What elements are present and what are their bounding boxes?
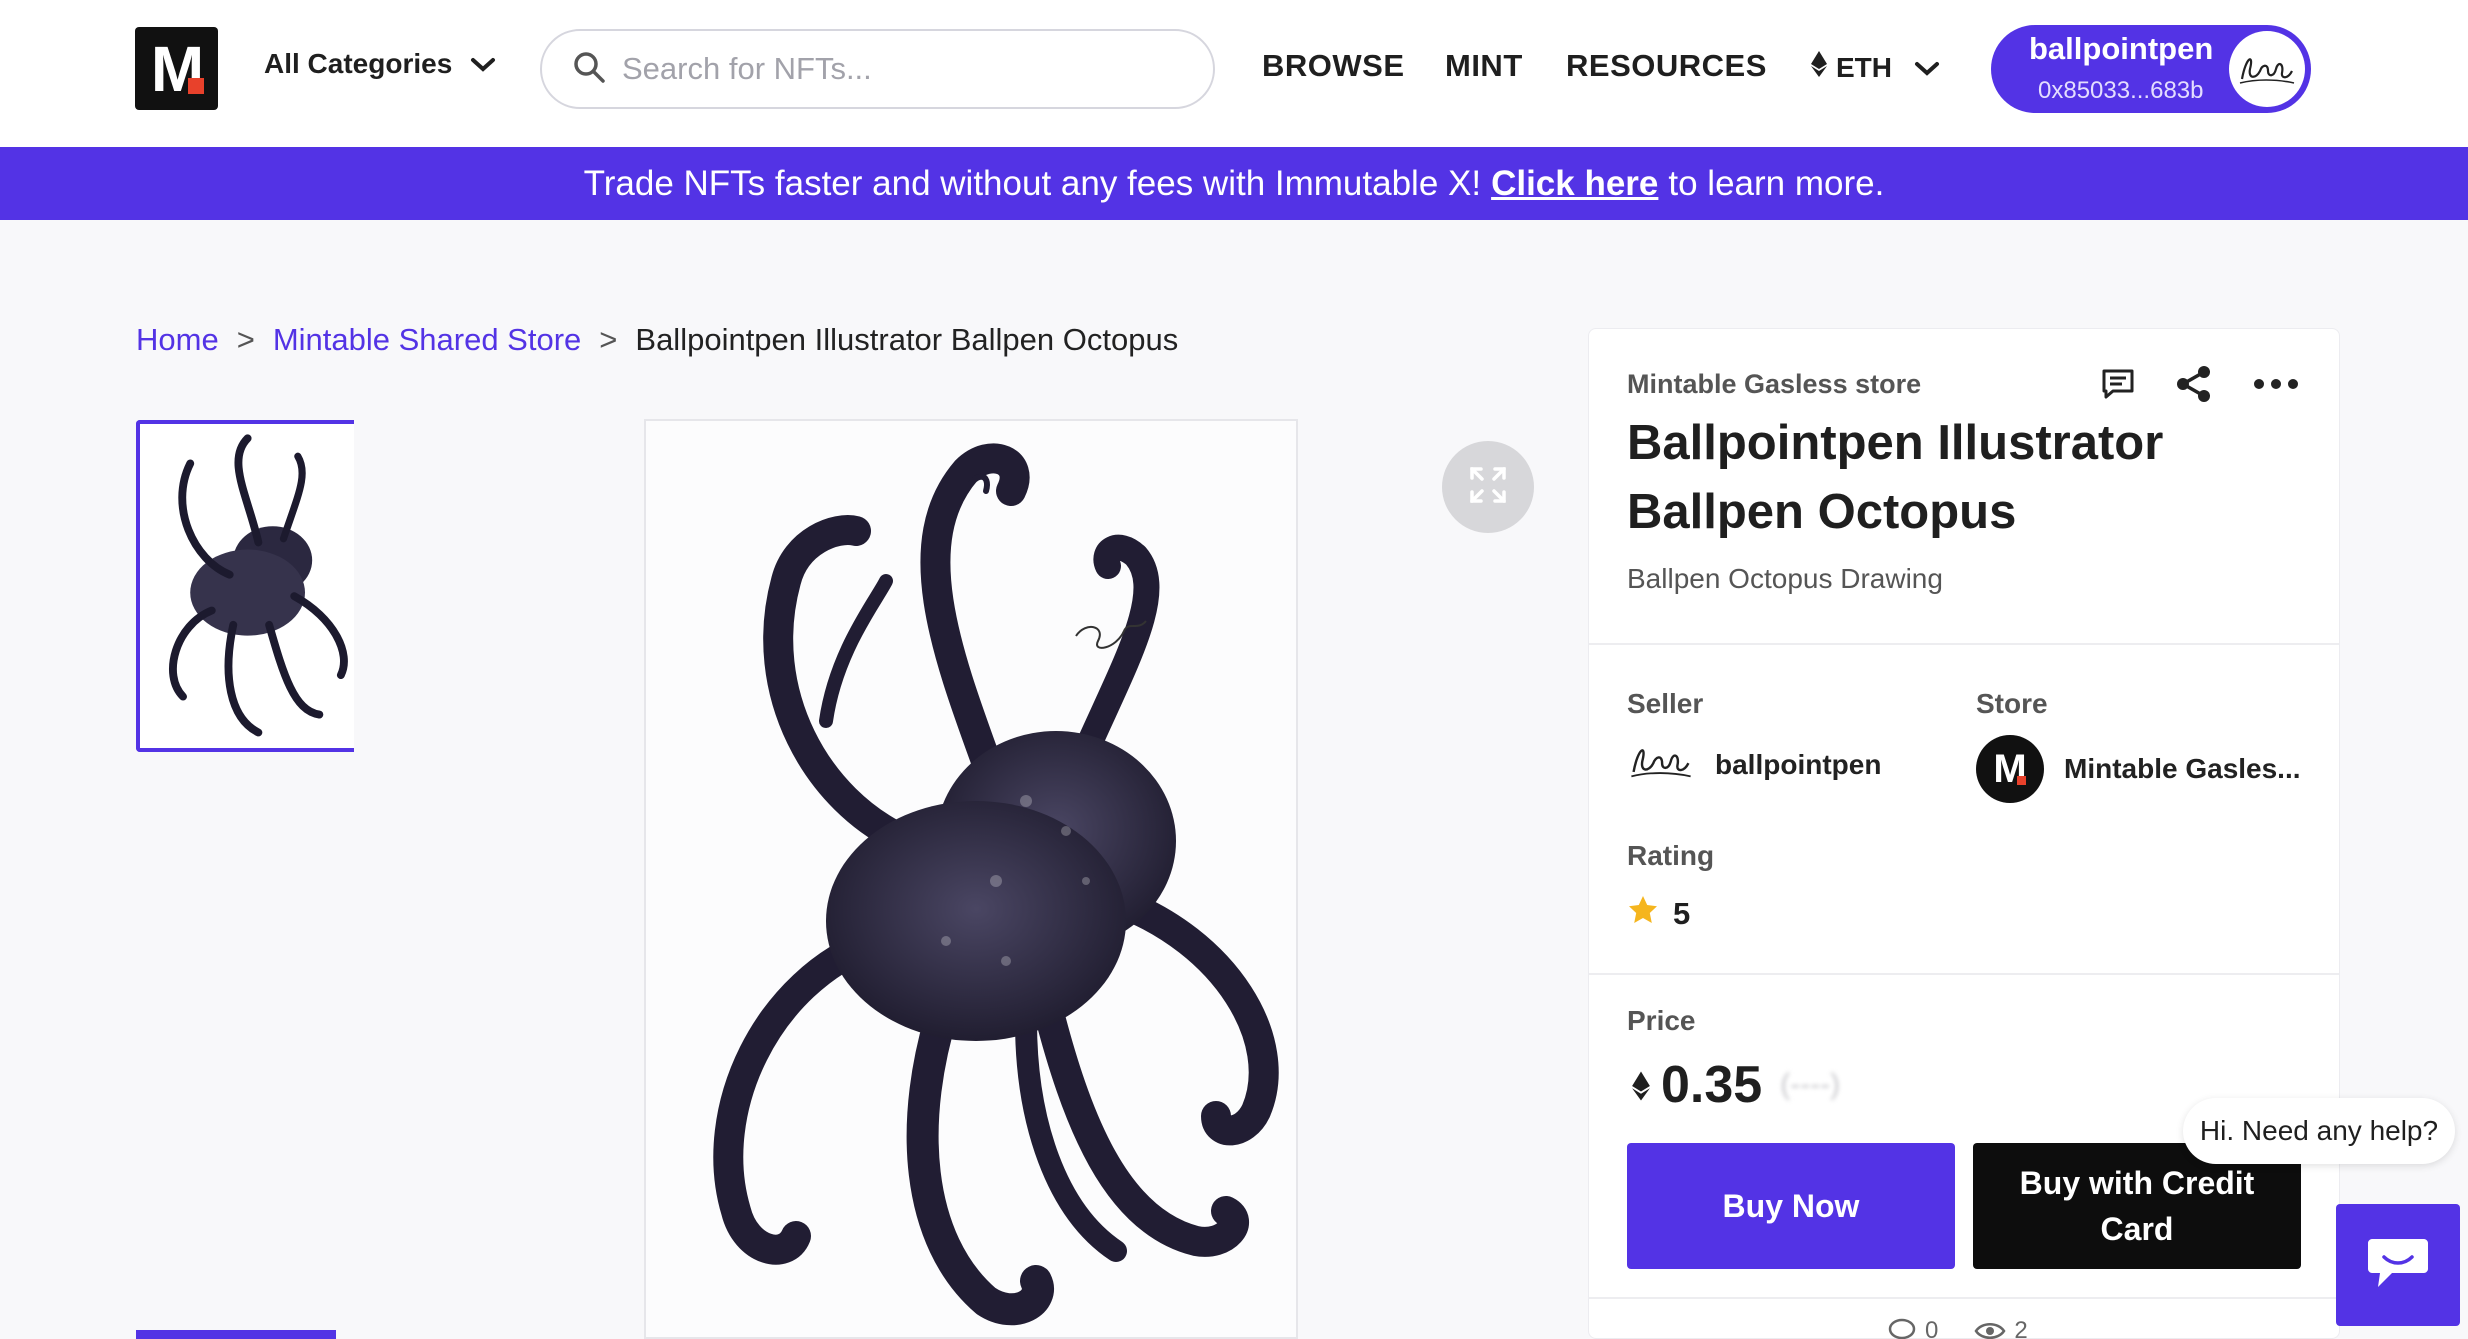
- panel-actions: [2101, 365, 2299, 403]
- breadcrumb-current: Ballpointpen Illustrator Ballpen Octopus: [635, 322, 1179, 357]
- star-icon: [1627, 894, 1659, 934]
- divider: [1589, 1297, 2339, 1299]
- chat-button[interactable]: [2336, 1204, 2460, 1326]
- expand-image-button[interactable]: [1442, 441, 1534, 533]
- nft-main-image: [644, 419, 1298, 1339]
- store-avatar: M: [1976, 735, 2044, 803]
- breadcrumb-separator: >: [599, 322, 618, 357]
- chat-icon: [2366, 1235, 2430, 1296]
- item-stats: 0 2: [1887, 1317, 2028, 1339]
- banner-text: Trade NFTs faster and without any fees w…: [583, 163, 1482, 203]
- rating-value: 5: [1673, 896, 1691, 931]
- divider: [1589, 973, 2339, 975]
- buy-now-button[interactable]: Buy Now: [1627, 1143, 1955, 1269]
- seller-label: Seller: [1627, 688, 1704, 719]
- search-bar[interactable]: [540, 29, 1215, 109]
- currency-label: ETH: [1836, 51, 1892, 83]
- price-label: Price: [1627, 1005, 1696, 1036]
- banner-link[interactable]: Click here: [1491, 164, 1658, 204]
- item-subtitle: Ballpen Octopus Drawing: [1627, 563, 1943, 594]
- breadcrumb-separator: >: [236, 322, 255, 357]
- views-stat: 2: [1974, 1317, 2028, 1339]
- seller-avatar: [1627, 739, 1695, 790]
- share-icon[interactable]: [2175, 365, 2213, 403]
- nav-mint[interactable]: MINT: [1445, 48, 1523, 84]
- eth-icon: [1631, 1055, 1651, 1115]
- comment-icon: [1887, 1318, 1917, 1339]
- store-field-label: Store: [1976, 688, 2048, 719]
- chat-greeting[interactable]: Hi. Need any help?: [2183, 1098, 2455, 1164]
- mintable-logo[interactable]: M: [135, 27, 218, 110]
- gallery-indicator: [136, 1330, 336, 1339]
- comments-stat: 0: [1887, 1317, 1938, 1339]
- banner-text-after: to learn more.: [1668, 163, 1885, 203]
- account-name: ballpointpen: [2029, 31, 2214, 66]
- breadcrumb-home[interactable]: Home: [136, 322, 219, 358]
- nav-browse[interactable]: BROWSE: [1262, 48, 1405, 84]
- expand-icon: [1468, 465, 1508, 510]
- rating: 5: [1627, 894, 1690, 934]
- comment-icon[interactable]: [2101, 368, 2135, 400]
- top-header: M All Categories BROWSE MINT RESOURCES E…: [0, 0, 2468, 147]
- seller-name: ballpointpen: [1715, 748, 1882, 780]
- eye-icon: [1974, 1320, 2006, 1339]
- search-icon: [572, 50, 606, 89]
- item-title: Ballpointpen Illustrator Ballpen Octopus: [1627, 416, 2164, 539]
- nft-thumbnail[interactable]: [136, 420, 354, 752]
- search-input[interactable]: [622, 51, 1182, 87]
- store-label: Mintable Gasless store: [1627, 369, 1922, 399]
- divider: [1589, 643, 2339, 645]
- account-button[interactable]: ballpointpen 0x85033...683b: [1991, 25, 2311, 113]
- promo-banner: Trade NFTs faster and without any fees w…: [0, 147, 2468, 220]
- store-link[interactable]: M Mintable Gasles...: [1976, 735, 2301, 803]
- breadcrumb: Home > Mintable Shared Store > Ballpoint…: [136, 322, 1178, 358]
- comments-count: 0: [1925, 1317, 1939, 1339]
- avatar: [2229, 31, 2305, 107]
- views-count: 2: [2014, 1317, 2028, 1339]
- rating-label: Rating: [1627, 840, 1715, 871]
- store-name: Mintable Gasles...: [2064, 753, 2301, 784]
- categories-label: All Categories: [264, 48, 453, 79]
- chevron-down-icon: [1914, 52, 1940, 84]
- account-address: 0x85033...683b: [2038, 77, 2204, 104]
- item-detail-panel: Mintable Gasless store Ballpointpen Illu…: [1588, 328, 2340, 1339]
- breadcrumb-store[interactable]: Mintable Shared Store: [273, 322, 581, 358]
- all-categories-dropdown[interactable]: All Categories: [264, 48, 496, 80]
- price-usd-blurred: (----): [1780, 1068, 1841, 1101]
- currency-selector[interactable]: ETH: [1810, 50, 1940, 85]
- price-value: 0.35: [1661, 1056, 1763, 1114]
- price: 0.35 (----): [1631, 1055, 1840, 1115]
- eth-icon: [1810, 50, 1828, 85]
- more-icon[interactable]: [2253, 378, 2299, 390]
- nav-resources[interactable]: RESOURCES: [1566, 48, 1767, 84]
- seller-link[interactable]: ballpointpen: [1627, 739, 1881, 790]
- chevron-down-icon: [470, 48, 496, 80]
